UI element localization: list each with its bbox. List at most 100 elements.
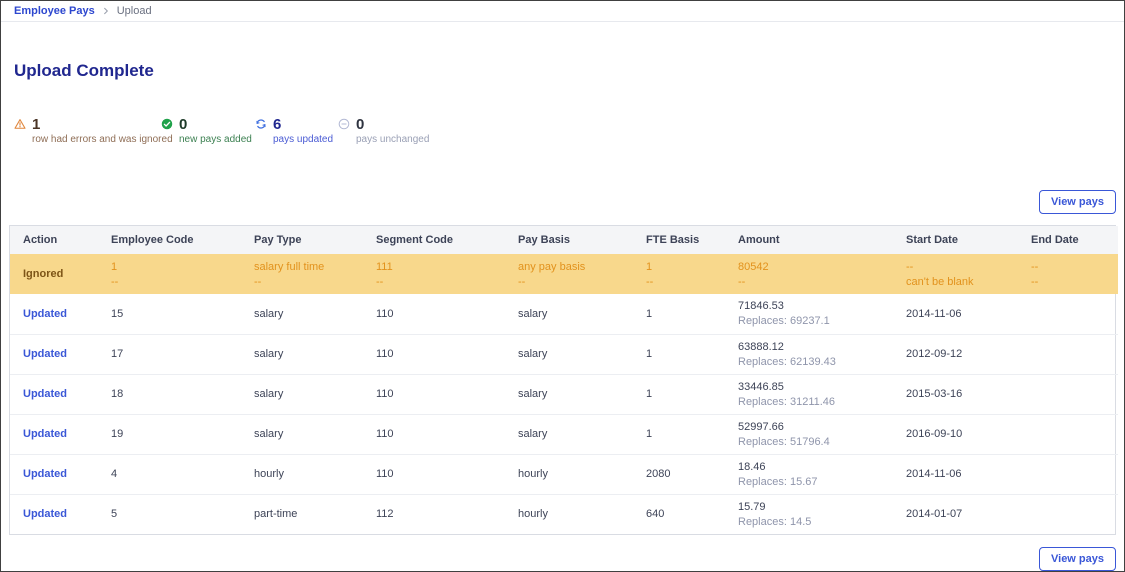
cell-subvalue: Replaces: 69237.1 [738, 315, 900, 327]
cell-value: 1 [646, 388, 732, 400]
cell-subvalue: Replaces: 14.5 [738, 516, 900, 528]
stat-added-count: 0 [179, 116, 187, 133]
cell-value: 1 [646, 308, 732, 320]
action-cell: Ignored [10, 254, 111, 294]
table-cell: 1-- [111, 254, 254, 294]
table-cell: ---- [1031, 254, 1118, 294]
cell-value: 110 [376, 468, 512, 480]
cell-value: hourly [518, 468, 640, 480]
cell-value: salary full time [254, 261, 370, 273]
table-cell: 2080 [646, 454, 738, 494]
upload-summary: 1 row had errors and was ignored 0 new p… [14, 115, 1124, 147]
table-row: Updated17salary110salary163888.12Replace… [10, 334, 1118, 374]
breadcrumb: Employee Pays Upload [1, 1, 1124, 22]
table-cell [1031, 494, 1118, 534]
table-cell: salary [518, 294, 646, 334]
chevron-right-icon [102, 7, 110, 15]
cell-value: 2014-11-06 [906, 468, 1025, 480]
cell-value: 18.46 [738, 461, 900, 473]
column-header: FTE Basis [646, 226, 738, 254]
table-cell [1031, 294, 1118, 334]
cell-subvalue: Replaces: 31211.46 [738, 396, 900, 408]
stat-unchanged-count: 0 [356, 116, 364, 133]
cell-value: 80542 [738, 261, 900, 273]
updated-action-link[interactable]: Updated [23, 468, 67, 480]
table-cell: 2015-03-16 [906, 374, 1031, 414]
table-row: Updated4hourly110hourly208018.46Replaces… [10, 454, 1118, 494]
table-cell: hourly [518, 494, 646, 534]
table-row: Updated5part-time112hourly64015.79Replac… [10, 494, 1118, 534]
table-cell [1031, 454, 1118, 494]
cell-value: 112 [376, 508, 512, 520]
table-cell: 18.46 Replaces: 15.67 [738, 454, 906, 494]
cell-value: salary [254, 308, 370, 320]
cell-value: 1 [111, 261, 248, 273]
results-table: ActionEmployee CodePay TypeSegment CodeP… [10, 226, 1118, 534]
table-cell: 640 [646, 494, 738, 534]
breadcrumb-link-employee-pays[interactable]: Employee Pays [14, 5, 95, 17]
stat-errors: 1 row had errors and was ignored [14, 115, 161, 147]
table-cell: 1-- [646, 254, 738, 294]
table-cell: 110 [376, 454, 518, 494]
table-cell: 15.79 Replaces: 14.5 [738, 494, 906, 534]
table-body: Ignored1--salary full time--111--any pay… [10, 254, 1118, 534]
stat-unchanged: 0 pays unchanged [338, 115, 429, 147]
action-cell: Updated [10, 374, 111, 414]
updated-action-link[interactable]: Updated [23, 508, 67, 520]
table-cell: 1 [646, 414, 738, 454]
table-cell: 1 [646, 294, 738, 334]
stat-added-label: new pays added [179, 134, 255, 147]
table-cell: 112 [376, 494, 518, 534]
cell-subvalue: -- [1031, 276, 1112, 288]
cell-value: 1 [646, 261, 732, 273]
table-cell: 2014-01-07 [906, 494, 1031, 534]
table-cell: salary [518, 414, 646, 454]
table-row: Updated15salary110salary171846.53Replace… [10, 294, 1118, 334]
stat-unchanged-label: pays unchanged [356, 134, 429, 147]
upload-complete-page: Employee Pays Upload Upload Complete 1 r… [0, 0, 1125, 572]
cell-value: 33446.85 [738, 381, 900, 393]
cell-subvalue: -- [376, 276, 512, 288]
action-cell: Updated [10, 414, 111, 454]
cell-value: 2080 [646, 468, 732, 480]
cell-value: -- [906, 261, 1025, 273]
table-header-row: ActionEmployee CodePay TypeSegment CodeP… [10, 226, 1118, 254]
cell-value: 15.79 [738, 501, 900, 513]
view-pays-button-top[interactable]: View pays [1039, 190, 1116, 214]
table-cell: 1 [646, 374, 738, 414]
column-header: Start Date [906, 226, 1031, 254]
view-pays-button-bottom[interactable]: View pays [1039, 547, 1116, 571]
table-row: Updated19salary110salary152997.66Replace… [10, 414, 1118, 454]
updated-action-link[interactable]: Updated [23, 428, 67, 440]
cell-value: 2014-11-06 [906, 308, 1025, 320]
stat-updated-label: pays updated [273, 134, 338, 147]
table-cell: 80542-- [738, 254, 906, 294]
updated-action-link[interactable]: Updated [23, 308, 67, 320]
warning-icon [14, 118, 26, 130]
cell-value: 52997.66 [738, 421, 900, 433]
cell-value: 2014-01-07 [906, 508, 1025, 520]
table-cell: 63888.12Replaces: 62139.43 [738, 334, 906, 374]
table-cell: 110 [376, 334, 518, 374]
updated-action-link[interactable]: Updated [23, 388, 67, 400]
cell-value: 63888.12 [738, 341, 900, 353]
cell-subvalue: can't be blank [906, 276, 1025, 288]
table-cell: -- can't be blank [906, 254, 1031, 294]
column-header: Pay Type [254, 226, 376, 254]
cell-subvalue: Replaces: 15.67 [738, 476, 900, 488]
table-cell: hourly [254, 454, 376, 494]
action-cell: Updated [10, 494, 111, 534]
results-table-container: ActionEmployee CodePay TypeSegment CodeP… [9, 225, 1116, 535]
cell-value: 110 [376, 428, 512, 440]
table-header: ActionEmployee CodePay TypeSegment CodeP… [10, 226, 1118, 254]
cell-value: 640 [646, 508, 732, 520]
cell-subvalue: -- [518, 276, 640, 288]
cell-value: 71846.53 [738, 300, 900, 312]
table-row: Ignored1--salary full time--111--any pay… [10, 254, 1118, 294]
stat-updated-count: 6 [273, 116, 281, 133]
table-cell: any pay basis-- [518, 254, 646, 294]
cell-value: salary [518, 348, 640, 360]
cell-value: 17 [111, 348, 248, 360]
table-cell: 111-- [376, 254, 518, 294]
updated-action-link[interactable]: Updated [23, 348, 67, 360]
